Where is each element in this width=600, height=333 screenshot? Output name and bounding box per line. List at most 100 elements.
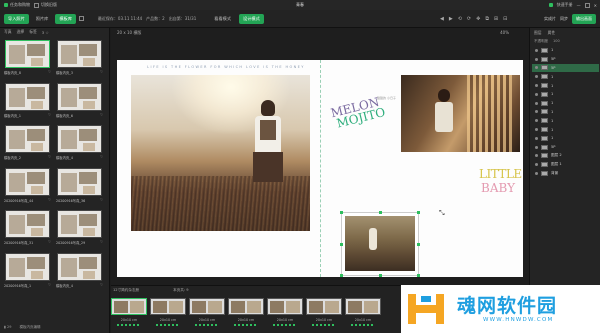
template-thumb[interactable]: 20200916写真_1 ♡ — [4, 252, 51, 292]
resize-handle-br[interactable] — [417, 274, 420, 277]
tasks-menu[interactable]: 任务和购物 — [4, 2, 30, 8]
favorite-heart-icon[interactable]: ♡ — [48, 283, 51, 288]
favorite-heart-icon[interactable]: ♡ — [100, 240, 103, 245]
favorite-heart-icon[interactable]: ♡ — [48, 198, 51, 203]
design-mode-button[interactable]: 设计模式 — [239, 13, 264, 24]
layer-item[interactable]: 1 — [532, 81, 599, 90]
filter-portrait[interactable]: 写真 — [4, 29, 12, 35]
layer-item[interactable]: 5P — [532, 55, 599, 64]
grid-icon[interactable]: ⊞ — [494, 16, 498, 22]
visibility-icon[interactable] — [535, 119, 538, 123]
template-thumb[interactable]: 20200916写真_29 ♡ — [56, 210, 103, 249]
sync-button[interactable]: 同步 — [560, 16, 568, 22]
layer-item[interactable]: 1 — [532, 46, 599, 55]
visibility-icon[interactable] — [535, 92, 538, 96]
export-button[interactable]: 输出画面 — [572, 13, 596, 24]
minimize-button[interactable]: — — [577, 3, 581, 8]
favorite-heart-icon[interactable]: ♡ — [100, 283, 103, 288]
visibility-icon[interactable] — [535, 66, 538, 70]
album-name[interactable]: 12寸简约杂志册 — [113, 288, 139, 293]
filmstrip-page[interactable]: 20x10 cm — [111, 298, 147, 328]
filter-select[interactable]: 选择 — [17, 29, 25, 35]
visibility-icon[interactable] — [535, 145, 538, 149]
visibility-icon[interactable] — [535, 163, 538, 167]
visibility-icon[interactable] — [535, 110, 538, 114]
resize-handle-bl[interactable] — [340, 274, 343, 277]
resize-handle-b[interactable] — [379, 274, 382, 277]
folder-icon[interactable] — [78, 16, 84, 21]
switch-version-menu[interactable]: 切换旧版 — [34, 2, 57, 8]
resize-handle-t[interactable] — [379, 211, 382, 214]
resize-handle-l[interactable] — [340, 243, 343, 246]
resize-handle-r[interactable] — [417, 243, 420, 246]
undo-icon[interactable]: ◀ — [440, 16, 444, 22]
template-thumb[interactable]: 20200916写真_44 ♡ — [4, 167, 51, 207]
page-tagline[interactable]: LIFE IS THE FLOWER FOR WHICH LOVE IS THE… — [141, 65, 311, 69]
template-thumb[interactable]: 20200916写真_31 ♡ — [4, 210, 51, 249]
favorite-heart-icon[interactable]: ♡ — [100, 155, 103, 160]
layer-item[interactable]: 1 — [532, 125, 599, 134]
visibility-icon[interactable] — [535, 172, 538, 176]
visibility-icon[interactable] — [535, 101, 538, 105]
tab-properties[interactable]: 属性 — [548, 30, 556, 36]
favorite-heart-icon[interactable]: ♡ — [100, 198, 103, 203]
template-edit-link[interactable]: 模板内页编辑 — [20, 325, 41, 330]
visibility-icon[interactable] — [535, 57, 538, 61]
favorite-heart-icon[interactable]: ♡ — [48, 113, 51, 118]
close-button[interactable]: ✕ — [594, 3, 597, 8]
filmstrip-page[interactable]: 20x10 cm — [228, 298, 264, 328]
zoom-level[interactable]: 40% — [500, 30, 509, 35]
layer-item[interactable]: 图层 1 — [532, 160, 599, 169]
visibility-icon[interactable] — [535, 128, 538, 132]
rotate-left-icon[interactable]: ⟲ — [458, 16, 462, 22]
favorite-heart-icon[interactable]: ♡ — [100, 113, 103, 118]
opacity-value[interactable]: 100 — [553, 39, 560, 43]
favorite-heart-icon[interactable]: ♡ — [48, 240, 51, 245]
layer-item[interactable]: 背景 — [532, 169, 599, 178]
visibility-icon[interactable] — [535, 48, 538, 52]
filmstrip-page[interactable]: 20x10 cm — [150, 298, 186, 328]
template-library-button[interactable]: 模板库 — [55, 13, 76, 24]
maximize-button[interactable] — [584, 2, 590, 8]
visibility-icon[interactable] — [535, 75, 538, 79]
layer-item[interactable]: 1 — [532, 90, 599, 99]
preview-mode-button[interactable]: 看看模式 — [210, 14, 235, 24]
album-spread[interactable]: LIFE IS THE FLOWER FOR WHICH LOVE IS THE… — [117, 60, 523, 277]
tab-layers[interactable]: 图层 — [534, 30, 542, 36]
layer-item[interactable]: 1 — [532, 99, 599, 108]
favorite-heart-icon[interactable]: ♡ — [48, 155, 51, 160]
layer-item[interactable]: 1 — [532, 108, 599, 117]
template-thumb[interactable]: 模板内页_4 ♡ — [56, 252, 103, 292]
template-thumb[interactable]: 模板内页_3 ♡ — [56, 40, 103, 79]
template-thumb[interactable]: 模板内页_2 ♡ — [4, 125, 51, 164]
filmstrip-page[interactable]: 20x10 cm — [345, 298, 381, 328]
layer-item[interactable]: 5P — [532, 143, 599, 152]
collapse-icon[interactable]: ⊟ — [503, 16, 507, 22]
template-thumb[interactable]: 模板内页_1 ♡ — [4, 82, 51, 122]
selected-photo-frame[interactable] — [340, 211, 420, 277]
import-photos-button[interactable]: 导入照片 — [4, 13, 29, 24]
visibility-icon[interactable] — [535, 84, 538, 88]
main-photo[interactable] — [131, 75, 310, 231]
redo-icon[interactable]: ▶ — [449, 16, 453, 22]
visibility-icon[interactable] — [535, 154, 538, 158]
photo-library-button[interactable]: 照片库 — [32, 14, 53, 24]
title-baby[interactable]: BABY — [481, 182, 515, 195]
top-right-photo[interactable] — [401, 75, 520, 152]
template-thumb[interactable]: 模板内页_8 ♡ — [4, 40, 51, 79]
template-thumb[interactable]: 20200916写真_36 ♡ — [56, 167, 103, 207]
layer-item[interactable]: 图层 2 — [532, 152, 599, 161]
rotate-right-icon[interactable]: ⟳ — [467, 16, 471, 22]
filter-tag[interactable]: 标签 — [29, 29, 37, 35]
layer-item[interactable]: 1 — [532, 116, 599, 125]
layer-item[interactable]: 1 — [532, 134, 599, 143]
melon-mojito-title[interactable]: MELON MOJITO — [329, 95, 400, 140]
copy-icon[interactable]: ⧉ — [485, 16, 489, 22]
title-little[interactable]: LITTLE — [479, 168, 522, 181]
manual-link[interactable]: 快速手册 — [557, 2, 573, 8]
filmstrip-page[interactable]: 20x10 cm — [306, 298, 342, 328]
filter-rating[interactable]: 3 ☆ — [42, 30, 49, 35]
visibility-icon[interactable] — [535, 136, 538, 140]
move-icon[interactable]: ✥ — [476, 16, 480, 22]
layer-item[interactable]: 5P — [532, 63, 599, 73]
